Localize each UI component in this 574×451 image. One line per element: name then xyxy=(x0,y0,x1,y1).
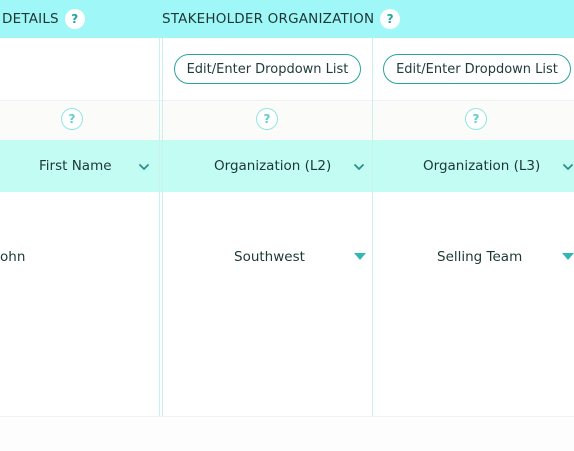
section-title-stakeholder-organization: STAKEHOLDER ORGANIZATION ? xyxy=(162,0,401,38)
section-title-stakeholder-label: STAKEHOLDER ORGANIZATION xyxy=(162,11,375,27)
chevron-down-icon[interactable] xyxy=(352,160,366,174)
column-header-org-l2[interactable]: Organization (L2) xyxy=(214,140,331,192)
column-header-first-name[interactable]: First Name xyxy=(39,140,112,192)
help-icon-first-name[interactable]: ? xyxy=(61,108,83,130)
cell-first-name[interactable]: ohn xyxy=(0,246,25,268)
spreadsheet-view: DETAILS ? STAKEHOLDER ORGANIZATION ? Edi… xyxy=(0,0,574,451)
caret-down-icon[interactable] xyxy=(354,253,366,260)
help-icon[interactable]: ? xyxy=(64,9,85,29)
next-row xyxy=(0,417,574,451)
help-icon[interactable]: ? xyxy=(380,9,401,29)
section-title-details-label: DETAILS xyxy=(2,11,59,27)
column-divider xyxy=(162,38,163,451)
caret-down-icon[interactable] xyxy=(562,253,574,260)
section-title-details: DETAILS ? xyxy=(2,0,85,38)
chevron-down-icon[interactable] xyxy=(561,160,574,174)
edit-dropdown-list-button-l2[interactable]: Edit/Enter Dropdown List xyxy=(174,54,361,84)
column-divider xyxy=(159,38,160,451)
cell-org-l3-value[interactable]: Selling Team xyxy=(437,246,522,268)
help-row xyxy=(0,100,574,141)
help-icon-org-l2[interactable]: ? xyxy=(256,108,278,130)
column-header-org-l3[interactable]: Organization (L3) xyxy=(423,140,540,192)
column-divider xyxy=(372,38,373,451)
help-icon-org-l3[interactable]: ? xyxy=(465,108,487,130)
edit-dropdown-list-button-l3[interactable]: Edit/Enter Dropdown List xyxy=(383,54,571,84)
cell-org-l2-value[interactable]: Southwest xyxy=(234,246,305,268)
chevron-down-icon[interactable] xyxy=(137,160,151,174)
